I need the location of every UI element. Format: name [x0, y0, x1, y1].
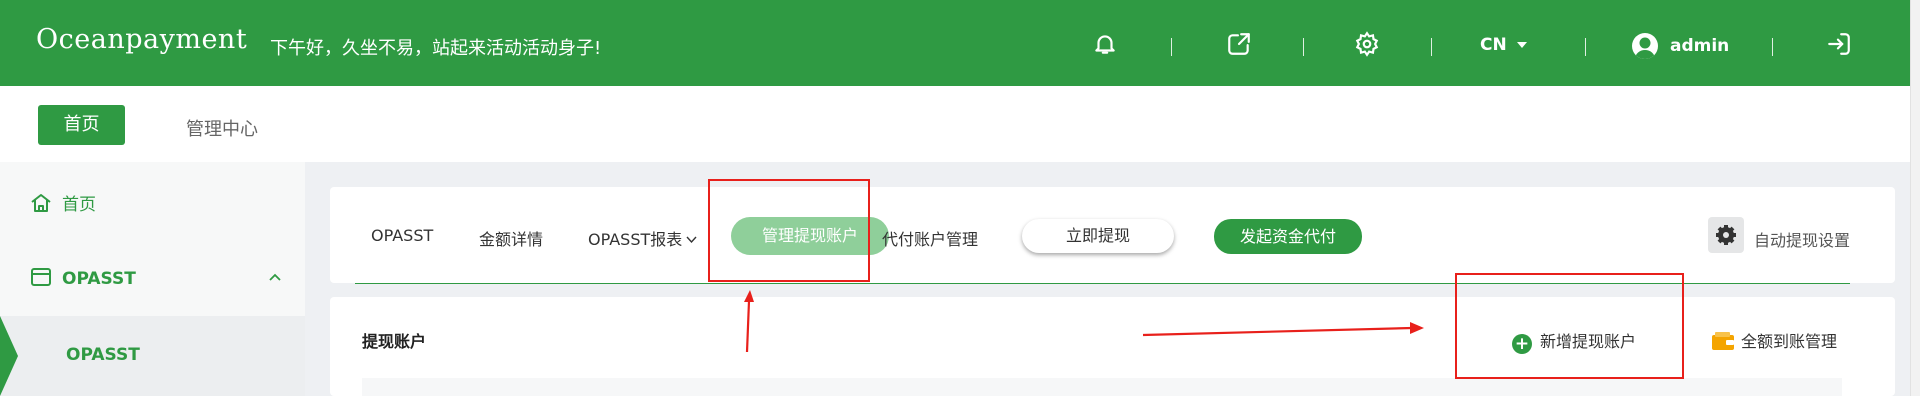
annotation-arrowhead: [744, 290, 754, 302]
annotation-arrow-right: [1142, 326, 1413, 337]
annotation-arrowhead: [1410, 322, 1424, 334]
annotation-arrow-up: [745, 300, 751, 353]
annotation-arrows: [744, 290, 1424, 353]
